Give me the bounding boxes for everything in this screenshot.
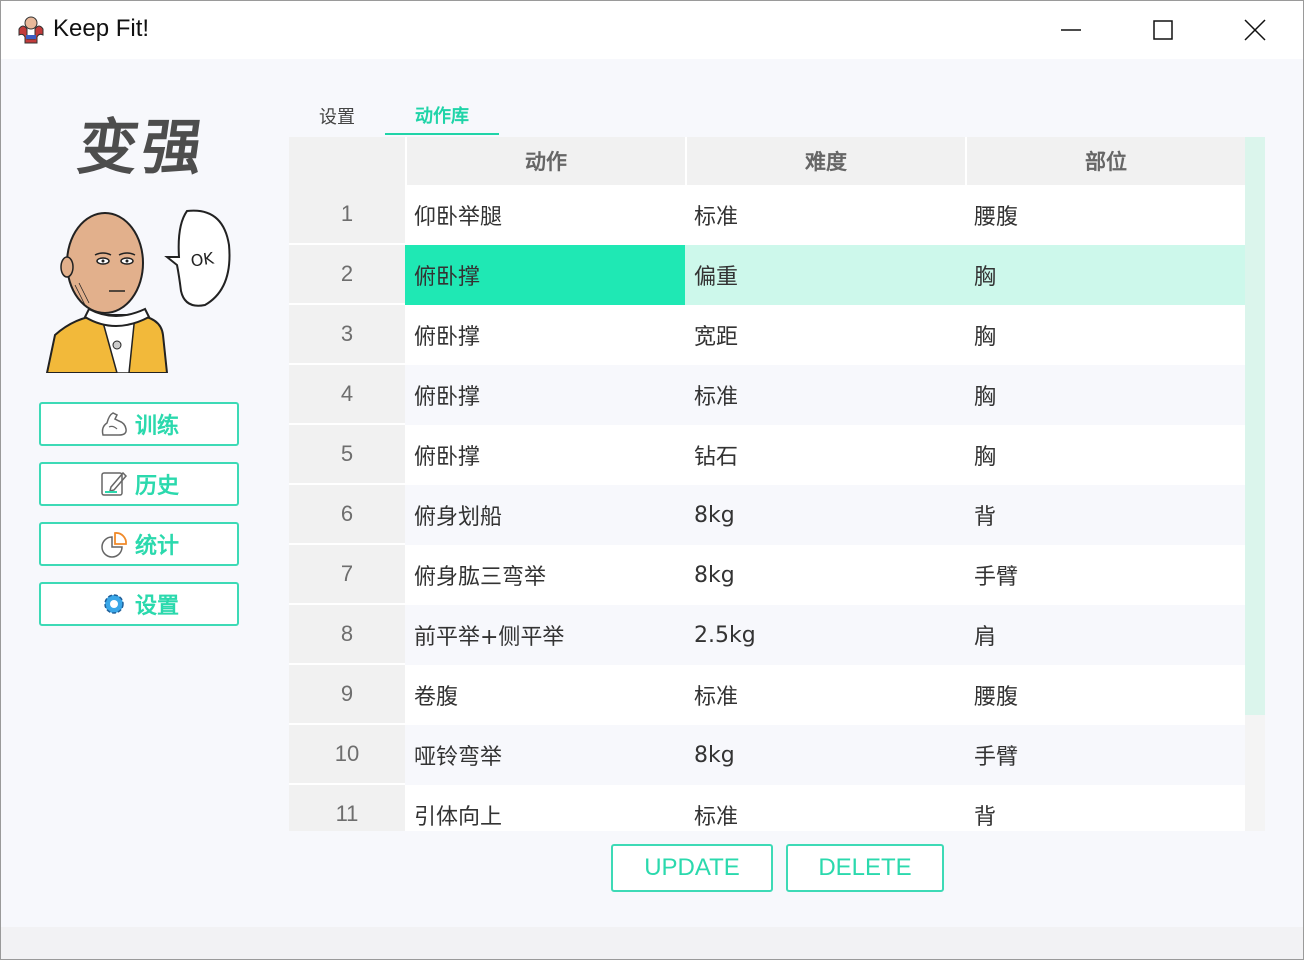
muscle-arm-icon [101,412,127,436]
cell-action[interactable]: 俯卧撑 [405,305,685,365]
nav-train-button[interactable]: 训练 [39,402,239,446]
cell-action[interactable]: 俯卧撑 [405,365,685,425]
table-row[interactable]: 7 俯身肱三弯举 8kg 手臂 [289,545,1245,605]
column-header-action[interactable]: 动作 [405,137,685,185]
row-number[interactable]: 11 [289,785,405,831]
cell-action[interactable]: 俯卧撑 [405,245,685,305]
maximize-button[interactable] [1117,1,1209,59]
cell-difficulty[interactable]: 标准 [685,365,965,425]
column-header-part[interactable]: 部位 [965,137,1245,185]
row-number[interactable]: 9 [289,665,405,725]
nav-history-label: 历史 [134,474,179,499]
table-row[interactable]: 10 哑铃弯举 8kg 手臂 [289,725,1245,785]
row-number[interactable]: 3 [289,305,405,365]
cell-difficulty[interactable]: 钻石 [685,425,965,485]
table-row[interactable]: 4 俯卧撑 标准胸 [289,365,1245,425]
cell-action[interactable]: 仰卧举腿 [405,185,685,245]
cell-difficulty[interactable]: 8kg [685,725,965,785]
cell-part[interactable]: 手臂 [965,545,1245,605]
row-number[interactable]: 6 [289,485,405,545]
minimize-icon [1061,29,1081,31]
logo-text: 变强 [73,113,212,183]
title-bar[interactable]: Keep Fit! [1,1,1303,59]
row-number[interactable]: 10 [289,725,405,785]
cell-difficulty[interactable]: 8kg [685,485,965,545]
cell-difficulty[interactable]: 偏重 [685,245,965,305]
cell-part[interactable]: 胸 [965,305,1245,365]
table-row[interactable]: 9 卷腹 标准 腰腹 [289,665,1245,725]
muscle-man-icon [18,16,44,44]
close-button[interactable] [1209,1,1301,59]
cell-part[interactable]: 肩 [965,605,1245,665]
row-number[interactable]: 1 [289,185,405,245]
minimize-button[interactable] [1025,1,1117,59]
cell-difficulty[interactable]: 宽距 [685,305,965,365]
table-body: 1 仰卧举腿 标准 腰腹 2 俯卧撑 偏重胸 3 俯卧撑 宽距胸 4 俯卧撑 标准胸 5 俯卧撑 钻石胸 6 俯身… [289,185,1245,831]
table-row[interactable]: 8 前平举+侧平举 2.5kg 肩 [289,605,1245,665]
row-number[interactable]: 7 [289,545,405,605]
table-corner[interactable] [289,137,405,185]
row-number[interactable]: 2 [289,245,405,305]
maximize-icon [1153,20,1173,40]
row-number[interactable]: 5 [289,425,405,485]
avatar-speech-text: OK [189,248,215,270]
cell-action[interactable]: 俯卧撑 [405,425,685,485]
cell-action[interactable]: 卷腹 [405,665,685,725]
nav-settings-button[interactable]: 设置 [39,582,239,626]
cell-part[interactable]: 胸 [965,245,1245,305]
cell-difficulty[interactable]: 标准 [685,665,965,725]
nav-history-button[interactable]: 历史 [39,462,239,506]
cell-part[interactable]: 腰腹 [965,665,1245,725]
edit-note-icon [101,471,128,496]
cell-part[interactable]: 胸 [965,365,1245,425]
nav-stats-label: 统计 [134,534,179,559]
vertical-scrollbar-thumb[interactable] [1245,137,1265,715]
table-header: 动作 难度 部位 [289,137,1245,185]
cell-part[interactable]: 手臂 [965,725,1245,785]
table-row[interactable]: 1 仰卧举腿 标准 腰腹 [289,185,1245,245]
cell-action[interactable]: 哑铃弯举 [405,725,685,785]
cell-part[interactable]: 胸 [965,425,1245,485]
row-number[interactable]: 8 [289,605,405,665]
cell-part[interactable]: 腰腹 [965,185,1245,245]
pie-chart-icon [101,532,127,558]
delete-button[interactable]: DELETE [786,844,944,892]
cell-part[interactable]: 背 [965,785,1245,831]
table-row[interactable]: 11 引体向上 标准背 [289,785,1245,831]
nav-train-label: 训练 [134,414,179,439]
nav-settings-label: 设置 [134,594,179,619]
action-table: 动作 难度 部位 1 仰卧举腿 标准 腰腹 2 俯卧撑 偏重胸 3 俯卧撑 宽距胸 4 俯卧撑 标准胸 5… [289,137,1265,831]
status-strip [1,927,1303,959]
cell-difficulty[interactable]: 2.5kg [685,605,965,665]
gear-icon [104,594,124,614]
close-icon [1244,19,1266,41]
tab-action-library[interactable]: 动作库 [385,97,499,135]
cell-action[interactable]: 前平举+侧平举 [405,605,685,665]
nav-stats-button[interactable]: 统计 [39,522,239,566]
window-title: Keep Fit! [53,15,150,42]
app-window: Keep Fit! 变强 OK 训练 历史 统计 设置 设置 动作库 动作 难度… [0,0,1304,960]
update-button[interactable]: UPDATE [611,844,773,892]
table-row[interactable]: 5 俯卧撑 钻石胸 [289,425,1245,485]
table-row[interactable]: 2 俯卧撑 偏重胸 [289,245,1245,305]
cell-action[interactable]: 俯身划船 [405,485,685,545]
column-header-difficulty[interactable]: 难度 [685,137,965,185]
cell-action[interactable]: 俯身肱三弯举 [405,545,685,605]
tab-settings[interactable]: 设置 [295,97,379,135]
avatar: OK [45,209,231,373]
row-number[interactable]: 4 [289,365,405,425]
table-row[interactable]: 6 俯身划船 8kg 背 [289,485,1245,545]
cell-difficulty[interactable]: 标准 [685,185,965,245]
cell-action[interactable]: 引体向上 [405,785,685,831]
cell-difficulty[interactable]: 标准 [685,785,965,831]
cell-part[interactable]: 背 [965,485,1245,545]
cell-difficulty[interactable]: 8kg [685,545,965,605]
table-row[interactable]: 3 俯卧撑 宽距胸 [289,305,1245,365]
